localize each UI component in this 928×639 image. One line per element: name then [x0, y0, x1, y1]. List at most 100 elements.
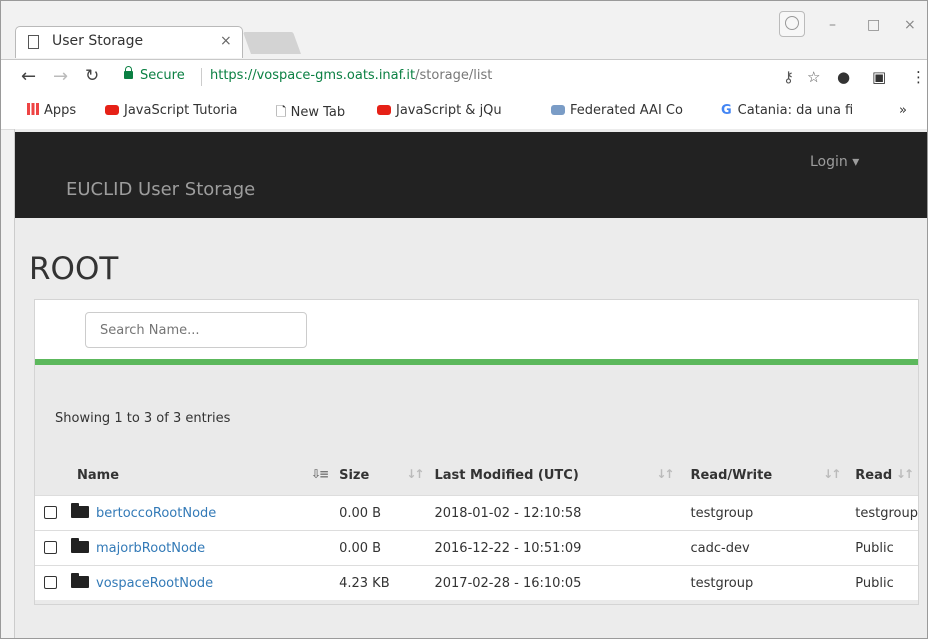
login-dropdown[interactable]: Login ▾ [810, 154, 859, 170]
column-label: Size [339, 467, 370, 483]
close-window-button[interactable]: × [904, 17, 916, 33]
sort-icon[interactable]: ↓↑ [406, 467, 424, 481]
bookmark-catania[interactable]: G Catania: da una fi [721, 103, 853, 118]
user-icon [785, 16, 799, 30]
bookmark-label: Federated AAI Co [570, 103, 683, 118]
url-text[interactable]: https://vospace-gms.oats.inaf.it/storage… [210, 68, 492, 83]
cloud-icon [551, 105, 565, 115]
url-host: https://vospace-gms.oats.inaf.it [210, 68, 416, 83]
bookmark-javascript-jquery[interactable]: JavaScript & jQu [377, 103, 502, 118]
bookmark-label: JavaScript Tutoria [124, 103, 238, 118]
page-title: ROOT [29, 251, 119, 287]
size-cell: 4.23 KB [333, 565, 429, 600]
profile-button[interactable] [779, 11, 805, 37]
sort-icon[interactable]: ↓↑ [896, 467, 914, 481]
tab-close-icon[interactable]: × [220, 33, 232, 49]
bookmark-federated-aai[interactable]: Federated AAI Co [551, 103, 683, 118]
g-icon: G [721, 103, 732, 118]
youtube-icon [105, 105, 119, 115]
secure-label: Secure [140, 68, 185, 83]
search-input[interactable] [85, 312, 307, 348]
column-label: Read [855, 467, 893, 483]
readwrite-cell: cadc-dev [678, 530, 846, 566]
bookmark-javascript-tutorial[interactable]: JavaScript Tutoria [105, 103, 237, 118]
extension-icon[interactable]: ▣ [872, 68, 886, 86]
new-tab-button[interactable] [242, 32, 302, 54]
modified-cell: 2018-01-02 - 12:10:58 [428, 495, 679, 531]
star-icon[interactable]: ☆ [807, 68, 820, 86]
address-bar[interactable]: Secure https://vospace-gms.oats.inaf.it/… [118, 64, 828, 90]
tab-strip: User Storage × – □ × [1, 1, 927, 59]
progress-bar [35, 359, 918, 365]
table-row: majorbRootNode 0.00 B 2016-12-22 - 10:51… [35, 530, 918, 566]
readwrite-cell: testgroup [678, 565, 846, 600]
bookmark-label: Catania: da una fi [737, 103, 854, 118]
bookmark-apps[interactable]: Apps [27, 103, 76, 118]
read-cell: Public [845, 565, 918, 600]
site-brand[interactable]: EUCLID User Storage [66, 179, 255, 200]
modified-cell: 2017-02-28 - 16:10:05 [428, 565, 679, 600]
sort-icon[interactable]: ↓↑ [656, 467, 674, 481]
node-link[interactable]: bertoccoRootNode [96, 506, 216, 521]
extension-icon[interactable]: ● [837, 68, 850, 86]
site-navbar: EUCLID User Storage Login ▾ [15, 132, 927, 218]
bookmark-new-tab[interactable]: 🗋 New Tab [276, 103, 345, 125]
row-checkbox[interactable] [44, 540, 57, 554]
browser-toolbar: ← → ↻ Secure https://vospace-gms.oats.in… [1, 59, 927, 96]
apps-icon [27, 103, 39, 115]
folder-icon [71, 537, 89, 553]
size-cell: 0.00 B [333, 495, 429, 531]
column-label: Last Modified (UTC) [434, 467, 579, 483]
youtube-icon [377, 105, 391, 115]
entries-info: Showing 1 to 3 of 3 entries [55, 411, 231, 426]
more-bookmarks-button[interactable]: » [899, 103, 907, 118]
key-icon[interactable]: ⚷ [783, 68, 794, 86]
table-row: bertoccoRootNode 0.00 B 2018-01-02 - 12:… [35, 495, 918, 531]
bookmarks-bar: Apps JavaScript Tutoria 🗋 New Tab JavaSc… [1, 95, 927, 130]
table-header-row: Name ⇩≡ Size ↓↑ Last Modified (UTC) ↓↑ Read… [35, 455, 918, 496]
bookmark-label: Apps [44, 103, 77, 118]
sort-icon[interactable]: ↓↑ [823, 467, 841, 481]
name-cell: vospaceRootNode [35, 565, 334, 600]
page-content: EUCLID User Storage Login ▾ ROOT Showing… [14, 129, 927, 638]
tab-user-storage[interactable]: User Storage × [15, 26, 243, 58]
maximize-button[interactable]: □ [867, 17, 880, 33]
browser-window: User Storage × – □ × ← → ↻ Secure https:… [0, 0, 928, 639]
url-path: /storage/list [415, 68, 493, 83]
bookmark-label: JavaScript & jQu [396, 103, 502, 118]
folder-icon [71, 502, 89, 518]
sort-desc-icon[interactable]: ⇩≡ [311, 467, 329, 481]
node-link[interactable]: vospaceRootNode [96, 576, 213, 591]
menu-icon[interactable]: ⋮ [911, 68, 926, 86]
name-cell: bertoccoRootNode [35, 495, 334, 531]
forward-arrow-icon[interactable]: → [53, 66, 68, 87]
readwrite-cell: testgroup [678, 495, 846, 531]
lock-icon [124, 66, 133, 79]
divider [201, 68, 202, 86]
row-checkbox[interactable] [44, 575, 57, 589]
table-row: vospaceRootNode 4.23 KB 2017-02-28 - 16:… [35, 565, 918, 600]
storage-panel: Showing 1 to 3 of 3 entries Name ⇩≡ Size ↓… [34, 299, 919, 605]
column-label: Read/Write [690, 467, 773, 483]
minimize-button[interactable]: – [829, 17, 836, 33]
bookmark-label: New Tab [290, 105, 346, 120]
storage-table: Name ⇩≡ Size ↓↑ Last Modified (UTC) ↓↑ Read… [35, 455, 918, 600]
column-header-read[interactable]: Read ↓↑ [845, 455, 918, 496]
page-icon: 🗋 [276, 105, 291, 120]
reload-icon[interactable]: ↻ [85, 66, 99, 86]
column-header-size[interactable]: Size ↓↑ [333, 455, 429, 496]
page-icon [28, 35, 39, 49]
tab-title: User Storage [52, 33, 144, 49]
size-cell: 0.00 B [333, 530, 429, 566]
column-header-modified[interactable]: Last Modified (UTC) ↓↑ [428, 455, 679, 496]
read-cell: testgroup [845, 495, 918, 531]
node-link[interactable]: majorbRootNode [96, 541, 205, 556]
column-header-readwrite[interactable]: Read/Write ↓↑ [678, 455, 846, 496]
back-arrow-icon[interactable]: ← [21, 66, 36, 87]
column-header-name[interactable]: Name ⇩≡ [35, 455, 334, 496]
column-label: Name [77, 467, 120, 483]
folder-icon [71, 572, 89, 588]
modified-cell: 2016-12-22 - 10:51:09 [428, 530, 679, 566]
row-checkbox[interactable] [44, 505, 57, 519]
read-cell: Public [845, 530, 918, 566]
